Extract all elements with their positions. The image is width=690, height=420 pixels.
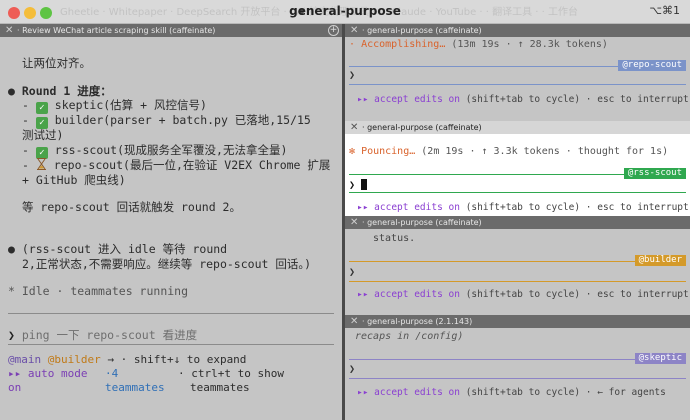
- pane-repo-scout[interactable]: · Accomplishing… (13m 19s · ↑ 28.3k toke…: [345, 37, 690, 121]
- agent-tag-rss-scout: @rss-scout: [623, 168, 686, 179]
- pane-status: · Accomplishing… (13m 19s · ↑ 28.3k toke…: [349, 39, 608, 50]
- close-pane-icon[interactable]: ✕: [350, 216, 358, 229]
- message-line: 让两位对齐。: [22, 56, 91, 70]
- progress-item-continued: 测试过): [22, 128, 64, 142]
- add-pane-icon[interactable]: +: [328, 25, 339, 36]
- message-line: ● (rss-scout 进入 idle 等待 round: [8, 242, 228, 256]
- prompt-chevron-icon: ❯: [349, 70, 356, 81]
- accept-edits-hint: ▸▸ accept edits on (shift+tab to cycle) …: [357, 289, 689, 300]
- input-top-rule: [8, 313, 334, 314]
- pane-header-repo-scout[interactable]: ✕ · general-purpose (caffeinate): [345, 24, 690, 37]
- pane-skeptic[interactable]: recaps in /config) @skeptic ❯ ▸▸ accept …: [345, 328, 690, 420]
- accept-edits-hint: ▸▸ accept edits on (shift+tab to cycle) …: [357, 202, 689, 213]
- ctrl-t-hint: · ctrl+t to show: [178, 367, 284, 380]
- prompt-input[interactable]: ❯: [349, 179, 368, 191]
- text-cursor: [361, 179, 368, 190]
- pane-title: · general-purpose (2.1.143): [362, 317, 473, 326]
- accept-edits-hint: ▸▸ accept edits on (shift+tab to cycle) …: [357, 387, 666, 398]
- close-pane-icon[interactable]: ✕: [350, 121, 358, 134]
- prompt-input[interactable]: ❯ ping 一下 repo-scout 看进度: [8, 327, 197, 343]
- close-pane-icon[interactable]: ✕: [350, 24, 358, 37]
- pane-title: · general-purpose (caffeinate): [362, 218, 482, 227]
- pane-builder[interactable]: status. @builder ❯ ▸▸ accept edits on (s…: [345, 229, 690, 315]
- agent-tag-builder: @builder: [634, 255, 686, 266]
- pane-header-builder[interactable]: ✕ · general-purpose (caffeinate): [345, 216, 690, 229]
- close-pane-icon[interactable]: ✕: [350, 315, 358, 328]
- teammates-label: teammates: [190, 381, 250, 394]
- auto-mode-toggle[interactable]: ▸▸ auto mode: [8, 367, 87, 380]
- left-pane-title: · Review WeChat article scraping skill (…: [17, 26, 216, 35]
- window-titlebar: Gheetie · Whitepaper · DeepSearch 开放平台 ·…: [0, 0, 690, 24]
- input-bottom-rule: [8, 344, 334, 345]
- agent-tag-repo-scout: @repo-scout: [618, 60, 686, 71]
- agent-selector[interactable]: @main @builder → · shift+↓ to expand: [8, 353, 246, 366]
- progress-item-continued: + GitHub 爬虫线): [22, 173, 126, 187]
- window-title: general-purpose: [289, 4, 401, 18]
- accept-edits-hint: ▸▸ accept edits on (shift+tab to cycle) …: [357, 94, 689, 105]
- pane-title: · general-purpose (caffeinate): [362, 26, 482, 35]
- left-pane-header[interactable]: ✕ · Review WeChat article scraping skill…: [0, 24, 342, 37]
- teammate-count: ·4: [105, 367, 119, 380]
- pane-header-skeptic[interactable]: ✕ · general-purpose (2.1.143): [345, 315, 690, 328]
- progress-item: - ✓ builder(parser + batch.py 已落地,15/15: [22, 113, 311, 129]
- prompt-chevron-icon: ❯: [349, 267, 356, 278]
- message-line: 2,正常状态,不需要响应。继续等 repo-scout 回话。): [22, 257, 312, 271]
- teammates-label: teammates: [105, 381, 165, 394]
- prior-output-line: status.: [373, 233, 416, 244]
- prompt-chevron-icon: ❯: [8, 328, 15, 342]
- agent-tag-skeptic: @skeptic: [634, 353, 686, 364]
- left-pane-transcript: 让两位对齐。 ● Round 1 进度： - ✓ skeptic(估算 + 风控…: [0, 37, 342, 420]
- prior-output-line: recaps in /config): [355, 331, 464, 342]
- prompt-chevron-icon: ❯: [349, 180, 356, 191]
- prompt-chevron-icon: ❯: [349, 364, 356, 375]
- hourglass-icon: [36, 158, 46, 170]
- pane-rule: [349, 192, 686, 193]
- close-pane-icon[interactable]: ✕: [5, 24, 13, 37]
- progress-item: - repo-scout(最后一位,在验证 V2EX Chrome 扩展: [22, 158, 331, 172]
- message-line: 等 repo-scout 回话就触发 round 2。: [22, 200, 241, 214]
- status-line: * Idle · teammates running: [8, 284, 189, 298]
- pane-rss-scout[interactable]: ✻ Pouncing… (2m 19s · ↑ 3.3k tokens · th…: [345, 134, 690, 216]
- pane-rule: [349, 378, 686, 379]
- pane-rule: [349, 281, 686, 282]
- window-shortcut: ⌥⌘1: [649, 4, 680, 17]
- pane-title: · general-purpose (caffeinate): [362, 123, 482, 132]
- pane-header-rss-scout[interactable]: ✕ · general-purpose (caffeinate): [345, 121, 690, 134]
- pane-status: ✻ Pouncing… (2m 19s · ↑ 3.3k tokens · th…: [349, 146, 669, 157]
- auto-mode-on: on: [8, 381, 22, 394]
- pane-rule: [349, 84, 686, 85]
